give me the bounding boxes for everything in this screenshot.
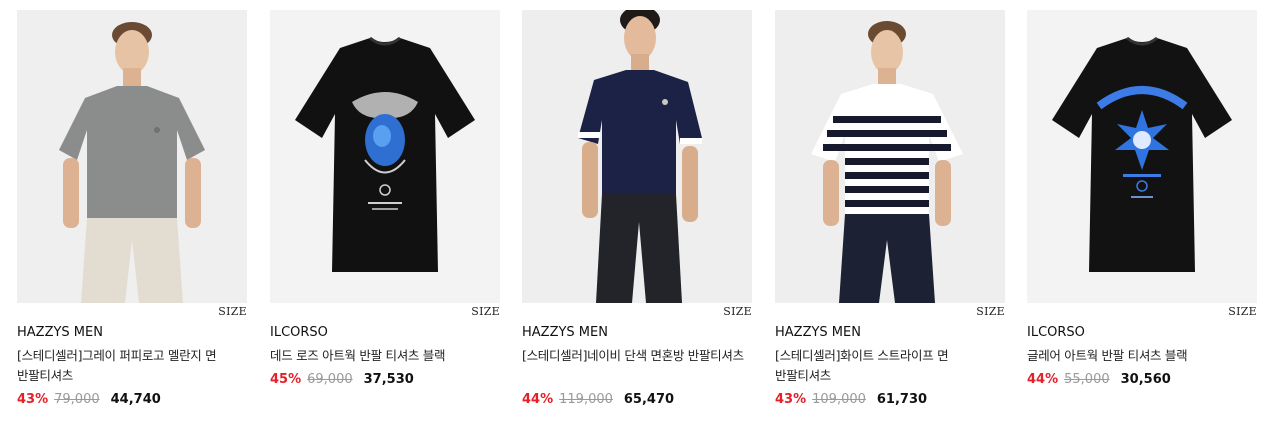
model-grey-tshirt-image (17, 10, 247, 303)
discount-rate: 43% (17, 392, 49, 407)
discount-rate: 44% (522, 392, 554, 407)
product-card[interactable]: SIZE HAZZYS MEN [스테디셀러]그레이 퍼피로고 멜란지 면 반팔… (17, 10, 247, 420)
original-price: 109,000 (812, 392, 866, 407)
price-row: 43% 79,000 44,740 (17, 392, 161, 407)
product-name[interactable]: [스테디셀러]화이트 스트라이프 면 반팔티셔츠 (775, 346, 1007, 386)
product-name[interactable]: 데드 로즈 아트웍 반팔 티셔츠 블랙 (270, 346, 502, 366)
size-link[interactable]: SIZE (218, 305, 247, 318)
product-card[interactable]: SIZE ILCORSO 글레어 아트웍 반팔 티셔츠 블랙 44% 55,00… (1027, 10, 1257, 420)
sale-price: 44,740 (110, 392, 161, 407)
price-row: 45% 69,000 37,530 (270, 372, 414, 387)
product-card[interactable]: SIZE ILCORSO 데드 로즈 아트웍 반팔 티셔츠 블랙 45% 69,… (270, 10, 500, 420)
sale-price: 30,560 (1120, 372, 1171, 387)
sale-price: 65,470 (623, 392, 675, 407)
product-brand[interactable]: HAZZYS MEN (522, 325, 608, 340)
product-brand[interactable]: HAZZYS MEN (17, 325, 103, 340)
product-image[interactable] (270, 10, 500, 303)
price-row: 43% 109,000 61,730 (775, 392, 927, 407)
product-brand[interactable]: HAZZYS MEN (775, 325, 861, 340)
product-image[interactable] (17, 10, 247, 303)
product-name[interactable]: 글레어 아트웍 반팔 티셔츠 블랙 (1027, 346, 1259, 366)
original-price: 119,000 (559, 392, 613, 407)
black-tshirt-blue-rose-graphic-image (270, 10, 500, 303)
product-image[interactable] (775, 10, 1005, 303)
discount-rate: 45% (270, 372, 302, 387)
product-card[interactable]: SIZE HAZZYS MEN [스테디셀러]네이비 단색 면혼방 반팔티셔츠 … (522, 10, 752, 420)
model-white-stripe-tshirt-image (775, 10, 1005, 303)
product-image[interactable] (1027, 10, 1257, 303)
price-row: 44% 119,000 65,470 (522, 392, 674, 407)
product-card[interactable]: SIZE HAZZYS MEN [스테디셀러]화이트 스트라이프 면 반팔티셔츠… (775, 10, 1005, 420)
product-name[interactable]: [스테디셀러]네이비 단색 면혼방 반팔티셔츠 (522, 346, 754, 366)
original-price: 79,000 (54, 392, 100, 407)
original-price: 69,000 (307, 372, 353, 387)
size-link[interactable]: SIZE (976, 305, 1005, 318)
size-link[interactable]: SIZE (723, 305, 752, 318)
discount-rate: 44% (1027, 372, 1059, 387)
model-navy-tshirt-image (522, 10, 752, 303)
size-link[interactable]: SIZE (471, 305, 500, 318)
product-brand[interactable]: ILCORSO (270, 325, 328, 340)
product-grid: SIZE HAZZYS MEN [스테디셀러]그레이 퍼피로고 멜란지 면 반팔… (0, 0, 1269, 427)
size-link[interactable]: SIZE (1228, 305, 1257, 318)
product-name[interactable]: [스테디셀러]그레이 퍼피로고 멜란지 면 반팔티셔츠 (17, 346, 249, 386)
original-price: 55,000 (1064, 372, 1110, 387)
sale-price: 61,730 (876, 392, 928, 407)
black-tshirt-opalescence-graphic-image (1027, 10, 1257, 303)
product-brand[interactable]: ILCORSO (1027, 325, 1085, 340)
price-row: 44% 55,000 30,560 (1027, 372, 1171, 387)
discount-rate: 43% (775, 392, 807, 407)
product-image[interactable] (522, 10, 752, 303)
sale-price: 37,530 (363, 372, 414, 387)
